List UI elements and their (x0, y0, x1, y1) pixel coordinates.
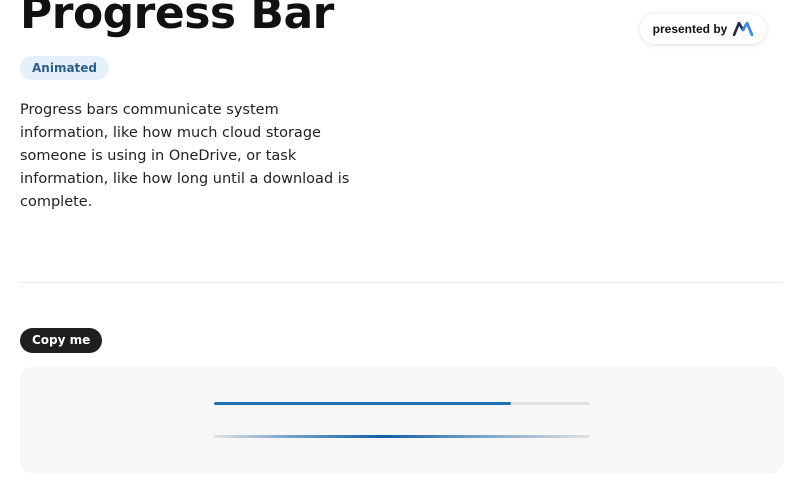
progress-bar-fill (214, 402, 512, 405)
progress-bar-indeterminate (214, 435, 590, 438)
section-divider (20, 282, 782, 283)
progress-bar-determinate (214, 402, 590, 405)
description: Progress bars communicate system informa… (20, 102, 350, 210)
presented-by-pill[interactable]: presented by (640, 14, 766, 44)
presented-by-label: presented by (652, 22, 728, 36)
demo-panel (20, 366, 784, 474)
brand-logo-icon (733, 22, 754, 36)
copy-button[interactable]: Copy me (20, 328, 103, 353)
progress-bar-indeterminate-fill (214, 435, 590, 438)
page-title: Progress Bar (20, 0, 334, 39)
page: Progress Bar presented by Animated Progr… (0, 0, 800, 500)
animated-badge: Animated (20, 56, 110, 80)
